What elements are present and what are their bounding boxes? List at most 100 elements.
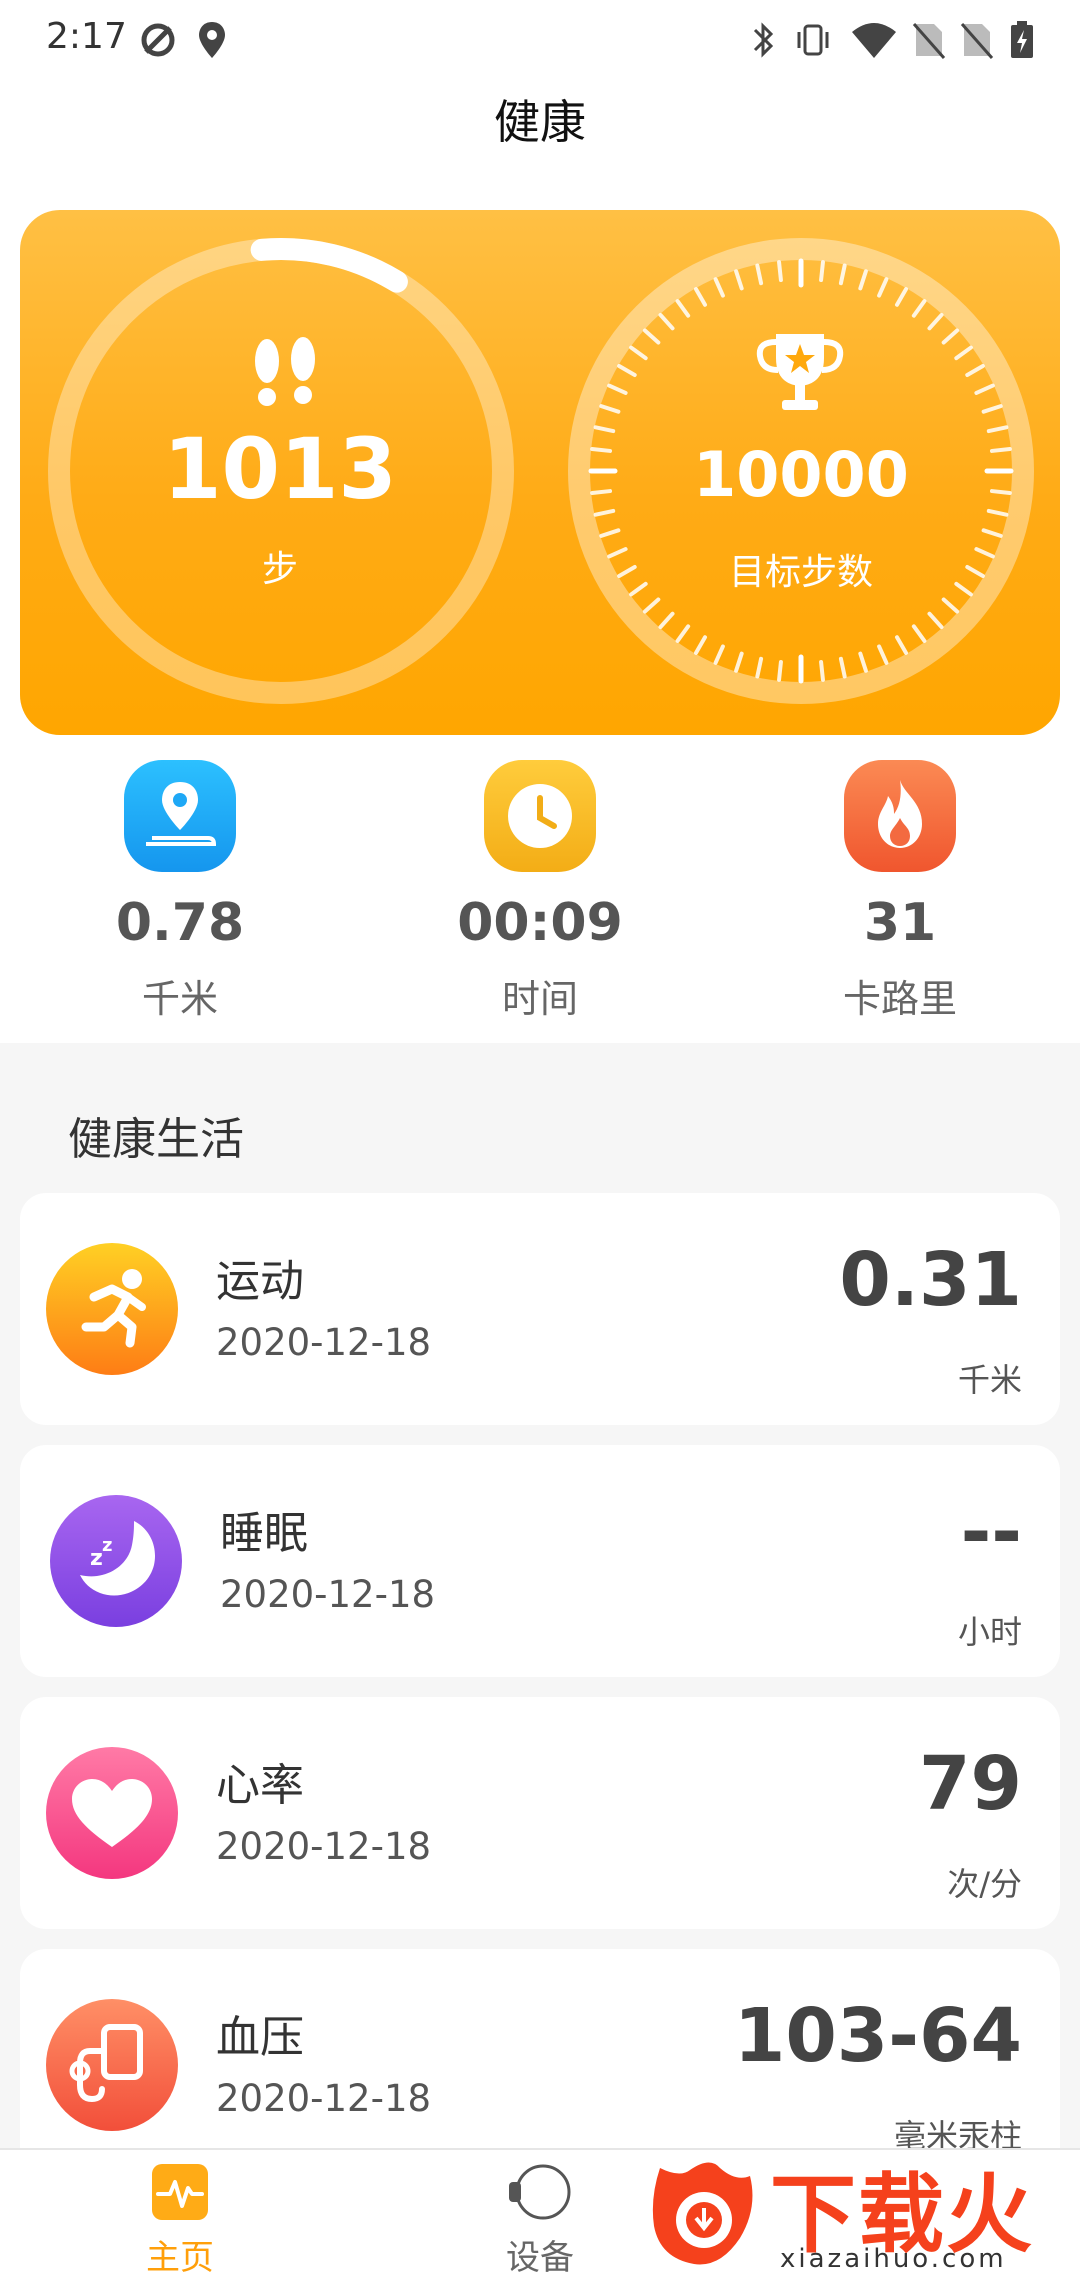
dial-tick	[927, 312, 944, 331]
dial-tick	[777, 260, 783, 283]
dial-tick	[734, 651, 744, 673]
distance-label: 千米	[141, 977, 218, 1021]
status-bar: 2:17	[0, 0, 1080, 80]
flame-logo-icon	[652, 2162, 753, 2265]
dial-tick	[713, 277, 725, 298]
battery-icon	[1011, 21, 1033, 58]
blood-pressure-title: 血压	[216, 2012, 304, 2063]
dial-tick	[599, 528, 621, 538]
dial-tick	[974, 383, 995, 395]
location-icon	[124, 760, 236, 872]
steps-summary-card: 1013 步 10000 目标步数	[20, 210, 1060, 735]
distance-value: 0.78	[115, 893, 245, 953]
dial-tick	[819, 260, 825, 283]
flame-icon	[844, 760, 956, 872]
dial-tick	[877, 644, 889, 665]
dial-tick	[607, 383, 628, 395]
dial-tick	[895, 635, 908, 655]
exercise-title: 运动	[216, 1256, 304, 1307]
dial-tick	[755, 263, 764, 286]
dial-tick	[954, 345, 973, 361]
trophy-icon	[756, 334, 844, 410]
watch-icon	[509, 2164, 571, 2220]
dial-tick	[734, 269, 744, 291]
steps-label: 步	[261, 549, 298, 590]
clock-icon	[484, 760, 596, 872]
calorie-label: 卡路里	[842, 977, 957, 1021]
heart-icon	[46, 1747, 178, 1879]
wifi-icon	[852, 23, 896, 58]
section-title: 健康生活	[68, 1114, 244, 1165]
dial-tick	[911, 299, 927, 318]
dial-tick	[675, 624, 691, 643]
nav-home[interactable]: 主页	[0, 2150, 360, 2282]
time-value: 00:09	[457, 893, 623, 953]
sleep-title: 睡眠	[220, 1508, 308, 1559]
dial-tick	[941, 597, 960, 614]
dial-tick	[981, 404, 1003, 414]
dial-tick	[838, 263, 847, 286]
dial-tick	[694, 287, 707, 307]
dial-tick	[819, 659, 825, 682]
location-status-icon	[199, 22, 225, 58]
dial-tick	[911, 624, 927, 643]
dial-tick	[927, 611, 944, 630]
dial-tick	[858, 651, 868, 673]
dial-tick	[713, 644, 725, 665]
watermark-url: xiazaihuo.com	[780, 2244, 1007, 2274]
exercise-unit: 千米	[957, 1361, 1022, 1399]
dial-tick	[617, 364, 637, 377]
dial-tick	[755, 656, 764, 679]
dial-tick	[629, 345, 648, 361]
watermark: 下载火 xiazaihuo.com	[640, 2140, 1080, 2280]
svg-text:z: z	[102, 1535, 112, 1556]
dial-tick	[986, 425, 1009, 434]
dial-tick	[838, 656, 847, 679]
bluetooth-icon	[753, 22, 774, 58]
sleep-date: 2020-12-18	[220, 1573, 436, 1616]
exercise-date: 2020-12-18	[216, 1321, 432, 1364]
blood-pressure-date: 2020-12-18	[216, 2077, 432, 2120]
sync-off-icon	[141, 23, 175, 57]
dial-tick	[877, 277, 889, 298]
heart-rate-card[interactable]: 心率 2020-12-18 79 次/分	[20, 1697, 1060, 1929]
dial-tick	[986, 508, 1009, 517]
sleep-card[interactable]: z z 睡眠 2020-12-18 -- 小时	[20, 1445, 1060, 1677]
running-icon	[46, 1243, 178, 1375]
heart-rate-date: 2020-12-18	[216, 1825, 432, 1868]
dial-tick	[642, 328, 661, 345]
moon-icon: z z	[50, 1495, 182, 1627]
dial-tick	[981, 528, 1003, 538]
heart-rate-value: 79	[919, 1741, 1022, 1827]
footprints-icon	[255, 337, 315, 406]
page-title: 健康	[494, 95, 586, 149]
vibrate-icon	[797, 24, 829, 56]
no-sim-icon-2	[960, 23, 994, 59]
goal-steps-label: 目标步数	[728, 552, 873, 593]
dial-tick	[658, 312, 675, 331]
exercise-card[interactable]: 运动 2020-12-18 0.31 千米	[20, 1193, 1060, 1425]
goal-steps-value: 10000	[693, 438, 909, 511]
dial-tick	[593, 425, 616, 434]
dial-tick	[777, 659, 783, 682]
dial-tick	[941, 328, 960, 345]
home-pulse-icon	[152, 2164, 208, 2220]
calorie-value: 31	[863, 893, 937, 953]
heart-rate-unit: 次/分	[947, 1865, 1022, 1903]
sleep-unit: 小时	[957, 1613, 1022, 1651]
dial-tick	[593, 508, 616, 517]
nav-home-label: 主页	[146, 2238, 214, 2278]
dial-tick	[965, 364, 985, 377]
dial-tick	[895, 287, 908, 307]
heart-rate-title: 心率	[216, 1760, 304, 1811]
exercise-value: 0.31	[839, 1237, 1022, 1323]
dial-tick	[658, 611, 675, 630]
blood-pressure-value: 103-64	[733, 1993, 1022, 2079]
dial-tick	[858, 269, 868, 291]
steps-count: 1013	[163, 420, 397, 518]
status-time: 2:17	[46, 16, 127, 57]
sleep-value: --	[960, 1489, 1022, 1575]
no-sim-icon-1	[912, 23, 946, 59]
svg-text:z: z	[90, 1546, 103, 1571]
dial-tick	[642, 597, 661, 614]
